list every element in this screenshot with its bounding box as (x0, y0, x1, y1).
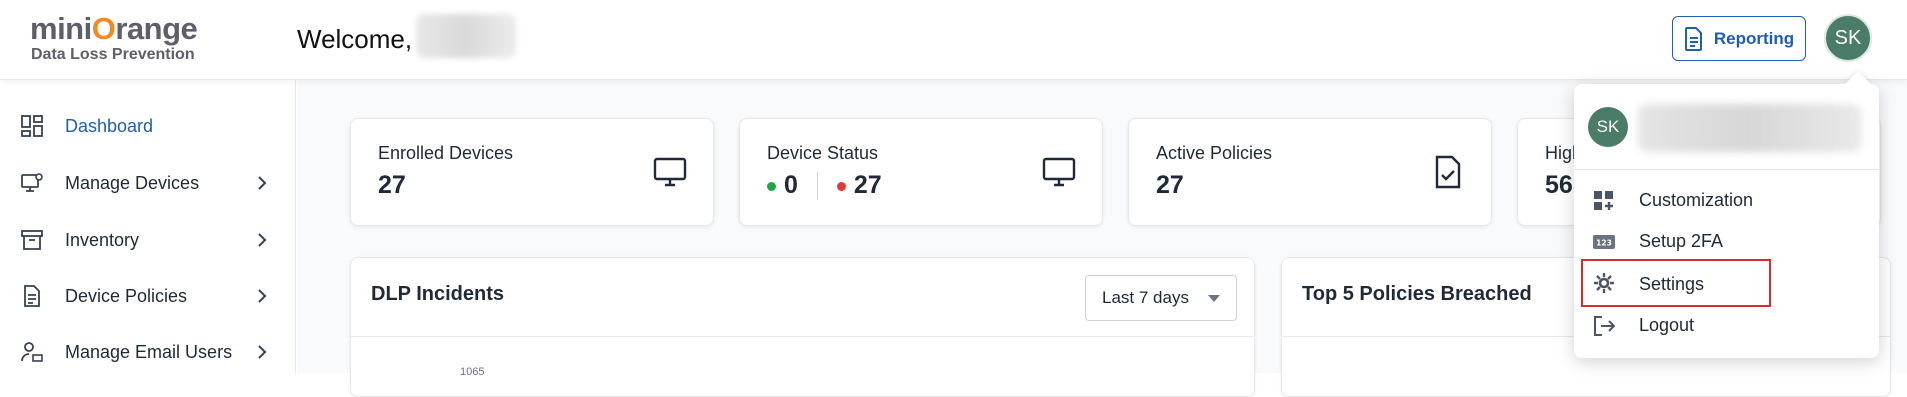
sidebar-item-device-policies[interactable]: Device Policies (0, 276, 296, 316)
report-doc-icon (1684, 26, 1702, 51)
sidebar-item-label: Device Policies (65, 285, 188, 306)
monitor-icon (1042, 157, 1076, 187)
card-value: 56 (1545, 171, 1573, 199)
menu-item-label: Settings (1639, 274, 1705, 294)
card-title: Active Policies (1156, 143, 1273, 163)
menu-item-label: Logout (1639, 315, 1695, 335)
chevron-right-icon (258, 176, 267, 190)
date-range-select[interactable]: Last 7 days (1085, 275, 1237, 321)
miniorange-logo[interactable]: miniOrange Data Loss Prevention (30, 11, 198, 64)
logout-icon (1594, 316, 1615, 336)
card-active-policies[interactable]: Active Policies 27 (1128, 118, 1492, 226)
chart-axis-tick: 1065 (460, 366, 485, 378)
menu-item-label: Setup 2FA (1639, 231, 1724, 251)
policy-doc-icon (24, 285, 40, 307)
sidebar-item-manage-devices[interactable]: Manage Devices (0, 163, 296, 203)
caret-down-icon (1208, 295, 1220, 302)
sidebar-item-label: Dashboard (65, 115, 154, 136)
sidebar-item-dashboard[interactable]: Dashboard (0, 106, 296, 146)
offline-count: 27 (853, 171, 882, 199)
welcome-text: Welcome, (297, 24, 413, 54)
card-value: 27 (1156, 171, 1184, 199)
menu-item-logout[interactable]: Logout (1574, 306, 1879, 344)
2fa-icon: 123 (1593, 235, 1615, 249)
card-enrolled-devices[interactable]: Enrolled Devices 27 (350, 118, 714, 226)
card-title: Device Status (767, 143, 879, 163)
monitor-icon (653, 157, 687, 187)
menu-item-settings[interactable]: Settings (1581, 259, 1771, 307)
inventory-icon (21, 230, 43, 250)
reporting-label: Reporting (1713, 28, 1795, 48)
user-avatar-button[interactable]: SK (1824, 14, 1872, 62)
logo-wordmark: miniOrange (30, 11, 198, 46)
redacted-username (416, 14, 516, 58)
status-divider (816, 172, 818, 201)
panel-title: DLP Incidents (371, 283, 504, 305)
sidebar-item-label: Manage Email Users (65, 341, 233, 362)
sidebar-item-inventory[interactable]: Inventory (0, 220, 296, 260)
chevron-right-icon (258, 345, 267, 359)
online-count: 0 (784, 171, 798, 199)
sidebar-item-manage-email-users[interactable]: Manage Email Users (0, 332, 296, 372)
card-value: 27 (378, 171, 406, 199)
card-device-status[interactable]: Device Status 0 27 (739, 118, 1103, 226)
customization-icon (1594, 191, 1613, 210)
sidebar-item-label: Inventory (65, 229, 140, 250)
profile-menu-header: SK (1574, 84, 1879, 170)
menu-item-setup-2fa[interactable]: 123 Setup 2FA (1574, 222, 1879, 260)
logo-subtitle: Data Loss Prevention (31, 46, 195, 63)
redacted-profile-info (1638, 104, 1862, 152)
chevron-right-icon (258, 289, 267, 303)
chevron-right-icon (258, 233, 267, 247)
profile-avatar: SK (1588, 107, 1628, 147)
email-users-icon (21, 342, 43, 362)
sidebar: Dashboard Manage Devices Inventory Devic… (0, 80, 296, 373)
devices-icon (21, 173, 43, 192)
policy-check-icon (1435, 155, 1461, 189)
panel-divider (351, 336, 1254, 337)
menu-item-customization[interactable]: Customization (1574, 181, 1879, 219)
dlp-incidents-panel: DLP Incidents Last 7 days (350, 257, 1255, 397)
card-title: Enrolled Devices (378, 143, 514, 163)
device-status-values: 0 27 (767, 171, 882, 201)
svg-text:123: 123 (1596, 239, 1612, 248)
profile-menu: SK Customization 123 Setup 2FA Settings … (1574, 84, 1879, 358)
menu-item-label: Customization (1639, 190, 1754, 210)
reporting-button[interactable]: Reporting (1672, 16, 1806, 61)
gear-icon (1594, 273, 1614, 293)
dashboard-icon (21, 115, 43, 137)
offline-dot (836, 181, 846, 191)
online-dot (767, 181, 776, 191)
top-header: miniOrange Data Loss Prevention Welcome,… (0, 0, 1907, 80)
panel-title: Top 5 Policies Breached (1302, 283, 1532, 305)
date-range-value: Last 7 days (1102, 288, 1189, 307)
sidebar-item-label: Manage Devices (65, 172, 200, 193)
